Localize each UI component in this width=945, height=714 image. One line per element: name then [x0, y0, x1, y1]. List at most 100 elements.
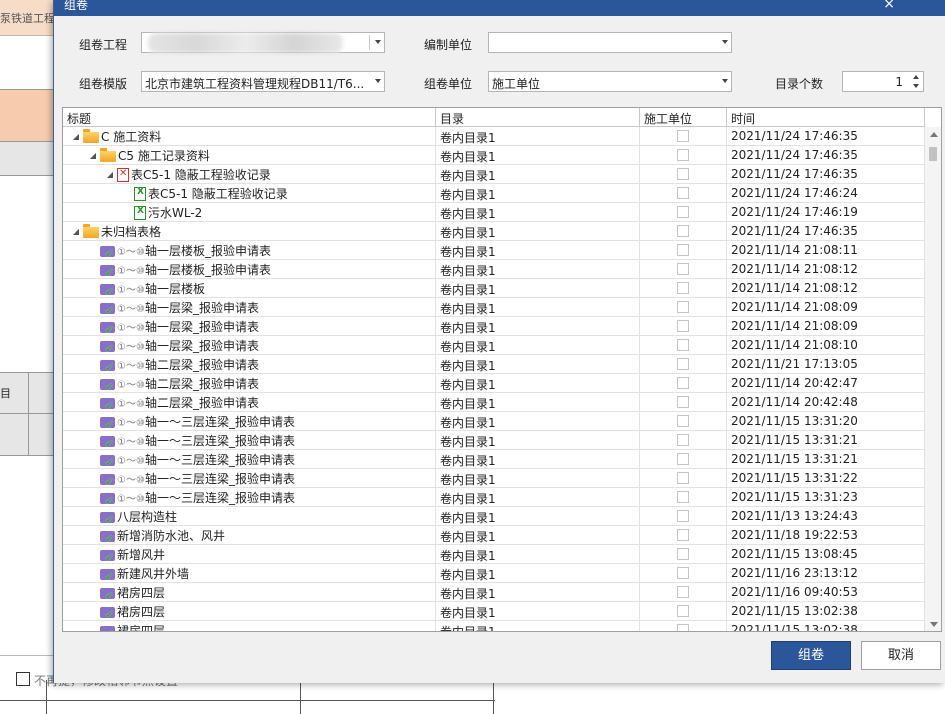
stepper-down-icon[interactable]	[913, 84, 919, 88]
unit-checkbox[interactable]	[677, 282, 689, 294]
table-row[interactable]: ①～⑩轴一～三层连梁_报验申请表卷内目录12021/11/15 13:31:23	[63, 488, 925, 507]
cancel-button[interactable]: 取消	[861, 641, 941, 670]
table-row[interactable]: ①～⑩轴一～三层连梁_报验申请表卷内目录12021/11/15 13:31:21	[63, 431, 925, 450]
folder-icon	[83, 223, 99, 238]
unit-checkbox[interactable]	[677, 510, 689, 522]
chevron-down-icon[interactable]	[375, 79, 381, 83]
table-row[interactable]: ◢ 未归档表格 卷内目录1 2021/11/24 17:46:35	[63, 222, 925, 241]
table-row[interactable]: 新增消防水池、风井 卷内目录1 2021/11/18 19:22:53	[63, 526, 925, 545]
unit-checkbox[interactable]	[677, 225, 689, 237]
table-row[interactable]: 污水WL-2 卷内目录1 2021/11/24 17:46:19	[63, 203, 925, 222]
group-unit-select[interactable]: 施工单位	[488, 71, 732, 92]
col-header-title[interactable]: 标题	[63, 108, 436, 127]
table-row[interactable]: ◢ C5 施工记录资料 卷内目录1 2021/11/24 17:46:35	[63, 146, 925, 165]
row-title: 新建风井外墙	[117, 567, 190, 581]
axis-prefix: ①～⑩	[117, 323, 145, 334]
table-row[interactable]: ①～⑩轴一层梁_报验申请表卷内目录12021/11/14 21:08:09	[63, 317, 925, 336]
unit-checkbox[interactable]	[677, 168, 689, 180]
chevron-down-icon[interactable]	[722, 79, 728, 83]
unit-checkbox[interactable]	[677, 377, 689, 389]
unit-checkbox[interactable]	[677, 567, 689, 579]
table-row[interactable]: 八层构造柱 卷内目录1 2021/11/13 13:24:43	[63, 507, 925, 526]
table-row[interactable]: ◢ C 施工资料 卷内目录1 2021/11/24 17:46:35	[63, 127, 925, 146]
table-row[interactable]: 新建风井外墙 卷内目录1 2021/11/16 23:13:12	[63, 564, 925, 583]
table-row[interactable]: ①～⑩轴二层梁_报验申请表卷内目录12021/11/14 20:42:48	[63, 393, 925, 412]
unit-checkbox[interactable]	[677, 130, 689, 142]
table-row[interactable]: 表C5-1 隐蔽工程验收记录 卷内目录1 2021/11/24 17:46:24	[63, 184, 925, 203]
checked-form-icon	[100, 245, 115, 260]
unit-checkbox[interactable]	[677, 434, 689, 446]
unit-checkbox[interactable]	[677, 624, 689, 631]
bg-checkbox[interactable]	[16, 672, 30, 686]
unit-checkbox[interactable]	[677, 206, 689, 218]
bg-row	[0, 142, 60, 176]
unit-checkbox[interactable]	[677, 358, 689, 370]
unit-checkbox[interactable]	[677, 187, 689, 199]
dir-count-stepper[interactable]: 1	[842, 71, 924, 92]
table-row[interactable]: ①～⑩轴一～三层连梁_报验申请表卷内目录12021/11/15 13:31:22	[63, 469, 925, 488]
folder-icon	[100, 147, 116, 162]
expand-toggle-icon[interactable]: ◢	[105, 170, 115, 179]
table-row[interactable]: ①～⑩轴一层梁_报验申请表卷内目录12021/11/14 21:08:09	[63, 298, 925, 317]
vertical-scrollbar[interactable]	[924, 127, 941, 631]
table-row[interactable]: ①～⑩轴一层楼板_报验申请表卷内目录12021/11/14 21:08:12	[63, 260, 925, 279]
unit-checkbox[interactable]	[677, 149, 689, 161]
checked-form-icon	[100, 587, 115, 602]
stepper-up-icon[interactable]	[913, 75, 919, 79]
project-select[interactable]	[141, 32, 385, 53]
unit-checkbox[interactable]	[677, 263, 689, 275]
table-row[interactable]: 裙房四层 卷内目录1 2021/11/16 09:40:53	[63, 583, 925, 602]
cell-time: 2021/11/14 21:08:12	[727, 260, 925, 279]
expand-toggle-icon[interactable]: ◢	[71, 227, 81, 236]
table-row[interactable]: 裙房四层 卷内目录1 2021/11/15 13:02:38	[63, 602, 925, 621]
col-header-unit[interactable]: 施工单位	[640, 108, 727, 127]
table-row[interactable]: ①～⑩轴一层楼板卷内目录12021/11/14 21:08:12	[63, 279, 925, 298]
unit-checkbox[interactable]	[677, 472, 689, 484]
close-icon[interactable]: ×	[883, 0, 895, 12]
table-row[interactable]: ①～⑩轴一层楼板_报验申请表卷内目录12021/11/14 21:08:11	[63, 241, 925, 260]
scroll-down-icon[interactable]	[930, 622, 938, 627]
compile-button[interactable]: 组卷	[771, 641, 851, 670]
cell-title: 新增风井	[63, 545, 436, 564]
table-row[interactable]: ①～⑩轴二层梁_报验申请表卷内目录12021/11/21 17:13:05	[63, 355, 925, 374]
bg-header-cell: 泵铁道工程	[0, 0, 60, 36]
unit-checkbox[interactable]	[677, 339, 689, 351]
unit-checkbox[interactable]	[677, 529, 689, 541]
unit-checkbox[interactable]	[677, 396, 689, 408]
table-row[interactable]: 裙房四层 卷内目录1 2021/11/15 13:02:38	[63, 621, 925, 631]
table-row[interactable]: ①～⑩轴一层梁_报验申请表卷内目录12021/11/14 21:08:10	[63, 336, 925, 355]
scroll-up-icon[interactable]	[930, 132, 938, 137]
compile-unit-select[interactable]	[488, 32, 732, 53]
unit-checkbox[interactable]	[677, 491, 689, 503]
chevron-down-icon[interactable]	[722, 40, 728, 44]
unit-checkbox[interactable]	[677, 320, 689, 332]
expand-toggle-icon[interactable]: ◢	[71, 132, 81, 141]
table-row[interactable]: 新增风井 卷内目录1 2021/11/15 13:08:45	[63, 545, 925, 564]
cell-unit	[640, 298, 727, 317]
axis-prefix: ①～⑩	[117, 494, 145, 505]
expand-toggle-icon[interactable]: ◢	[88, 151, 98, 160]
cell-title: 裙房四层	[63, 621, 436, 631]
cell-title: 新增消防水池、风井	[63, 526, 436, 545]
row-title: 污水WL-2	[148, 206, 203, 220]
unit-checkbox[interactable]	[677, 548, 689, 560]
col-header-time[interactable]: 时间	[727, 108, 925, 127]
table-row[interactable]: ①～⑩轴二层梁_报验申请表卷内目录12021/11/14 20:42:47	[63, 374, 925, 393]
unit-checkbox[interactable]	[677, 586, 689, 598]
table-row[interactable]: ◢ 表C5-1 隐蔽工程验收记录 卷内目录1 2021/11/24 17:46:35	[63, 165, 925, 184]
scroll-thumb[interactable]	[929, 147, 937, 161]
unit-checkbox[interactable]	[677, 415, 689, 427]
unit-checkbox[interactable]	[677, 605, 689, 617]
unit-checkbox[interactable]	[677, 453, 689, 465]
table-row[interactable]: ①～⑩轴一～三层连梁_报验申请表卷内目录12021/11/15 13:31:20	[63, 412, 925, 431]
chevron-down-icon[interactable]	[375, 40, 381, 44]
table-row[interactable]: ①～⑩轴一～三层连梁_报验申请表卷内目录12021/11/15 13:31:21	[63, 450, 925, 469]
checked-form-icon	[100, 606, 115, 621]
unit-checkbox[interactable]	[677, 301, 689, 313]
cell-title: ①～⑩轴一层楼板	[63, 279, 436, 298]
template-select[interactable]: 北京市建筑工程资料管理规程DB11/T6...	[141, 71, 385, 92]
cell-unit	[640, 583, 727, 602]
col-header-directory[interactable]: 目录	[436, 108, 640, 127]
unit-checkbox[interactable]	[677, 244, 689, 256]
cell-directory: 卷内目录1	[436, 355, 640, 374]
